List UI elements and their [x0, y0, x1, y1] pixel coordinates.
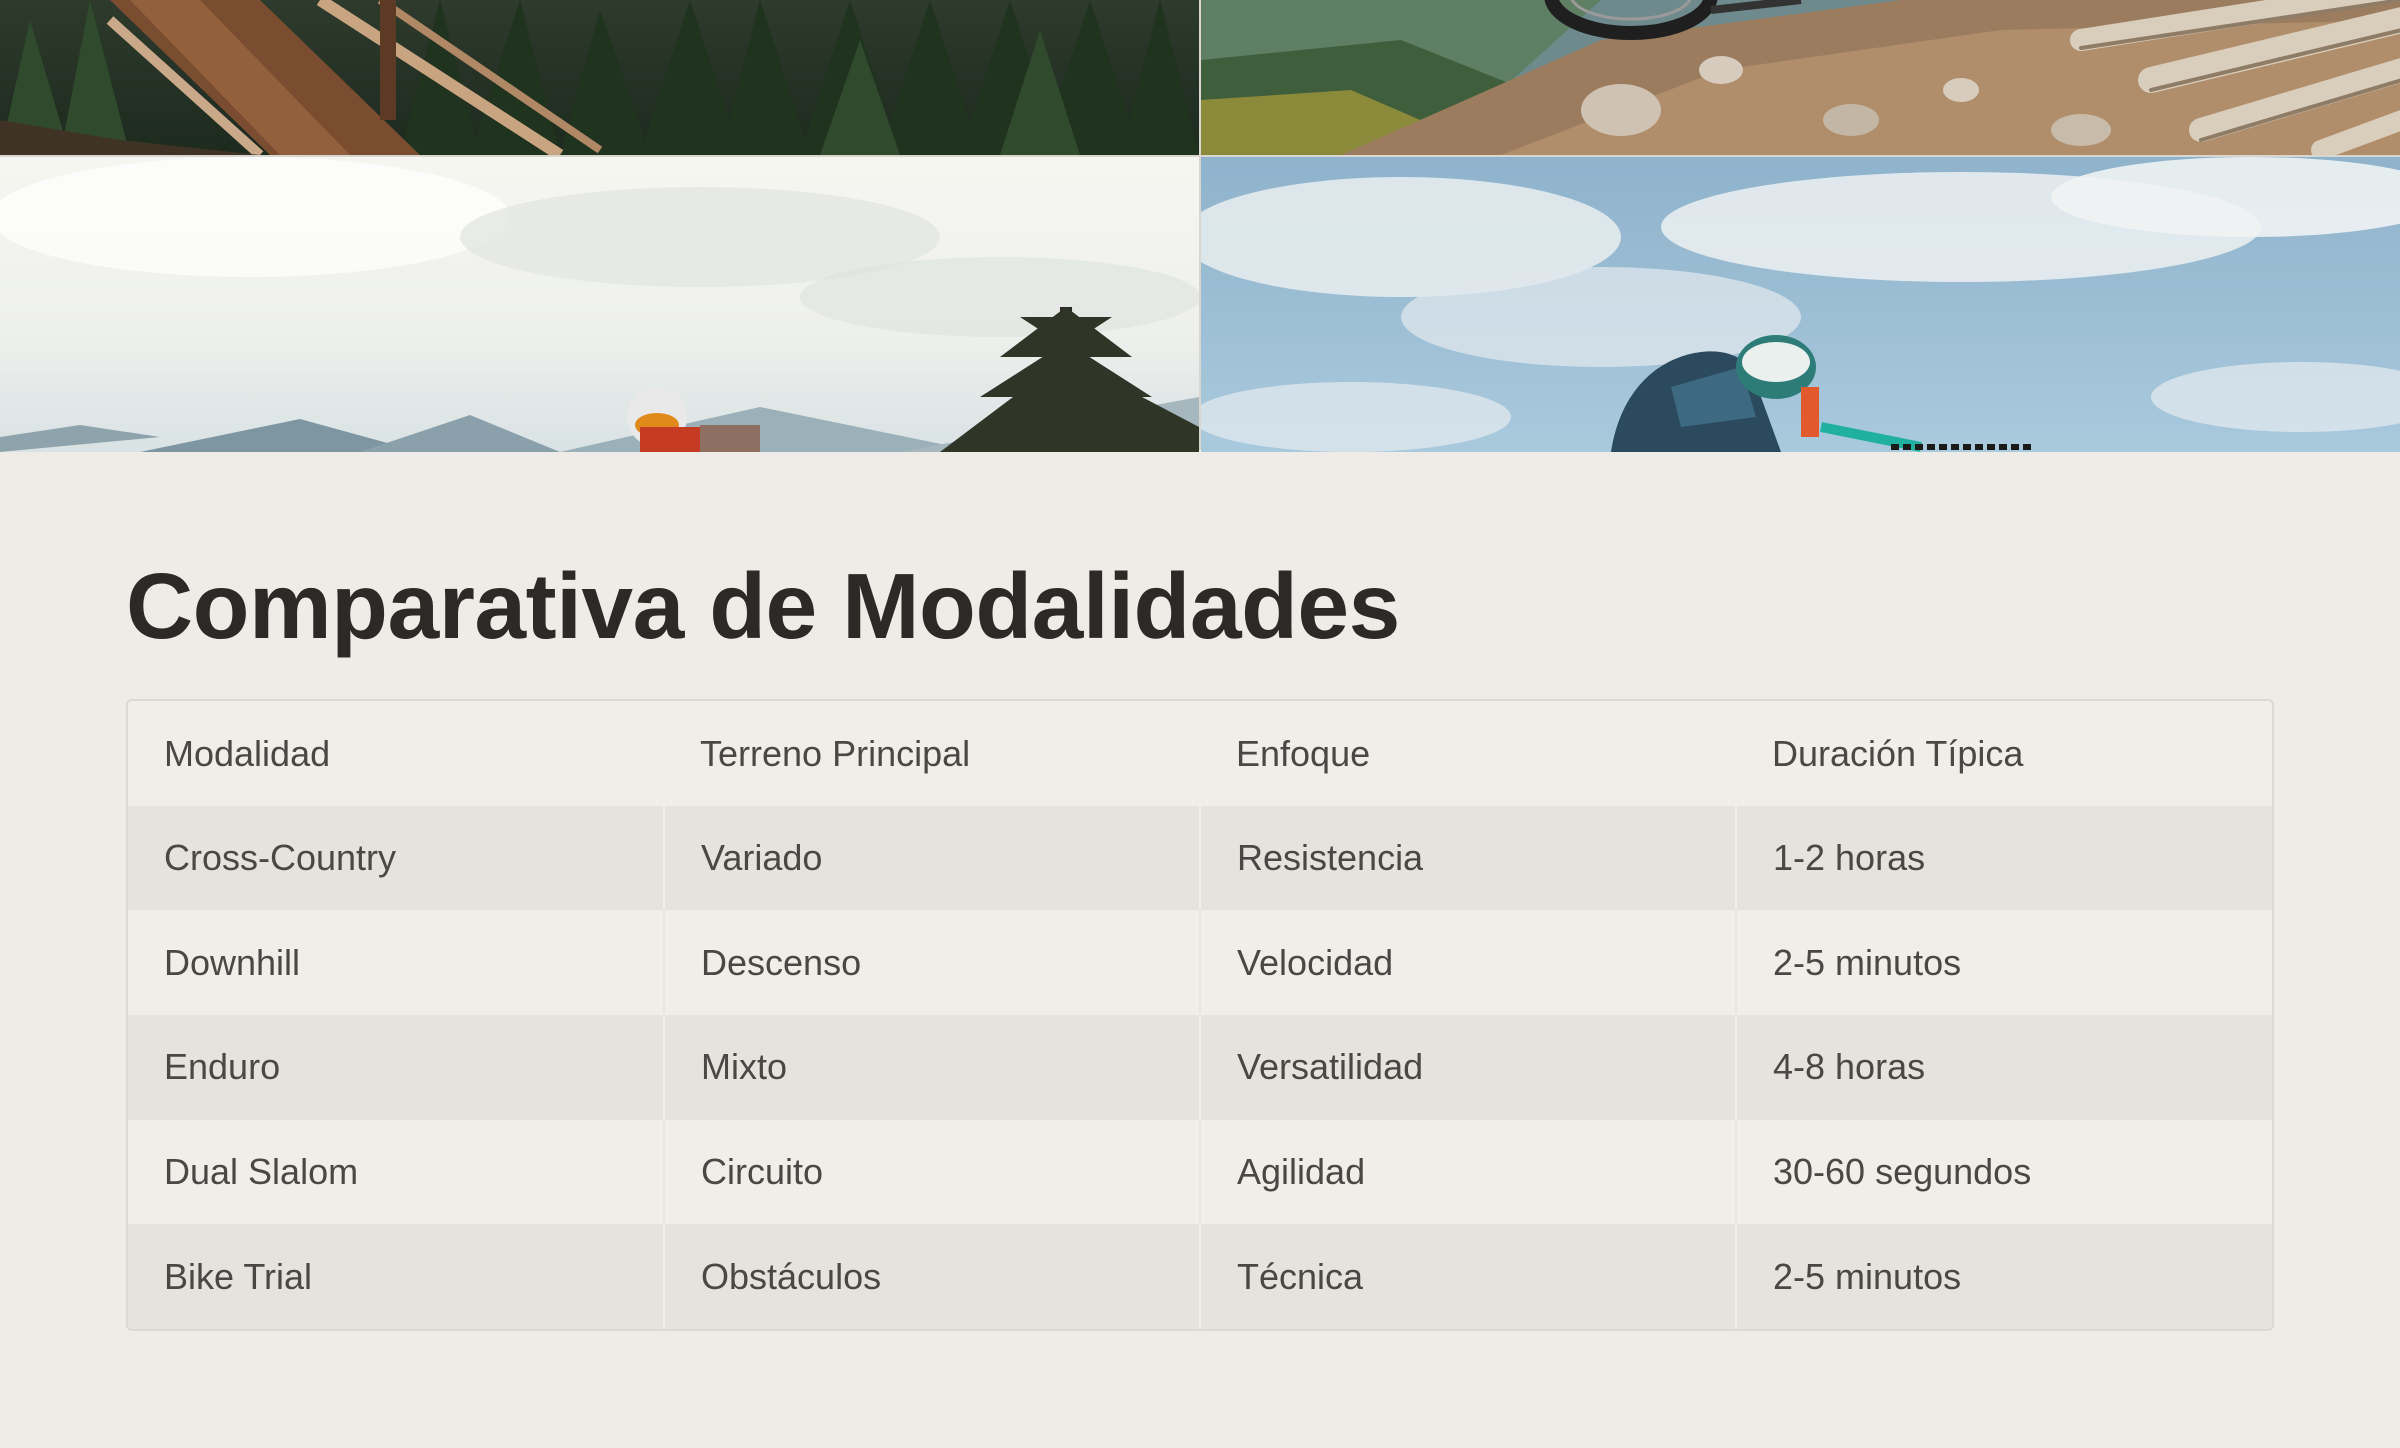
column-header: Enfoque — [1236, 732, 1371, 774]
comparison-table: Modalidad Terreno Principal Enfoque Dura… — [126, 699, 2274, 1331]
table-cell: 30-60 segundos — [1735, 1119, 2272, 1225]
table-cell: 1-2 horas — [1735, 805, 2272, 911]
table-cell: Dual Slalom — [164, 1150, 359, 1192]
table-cell: Cross-Country — [164, 837, 397, 879]
column-header: Modalidad — [164, 732, 331, 774]
rider-mountains-photo — [0, 157, 1199, 452]
table-row: Enduro Mixto Versatilidad 4-8 horas — [128, 1015, 2272, 1120]
table-row: Bike Trial Obstáculos Técnica 2-5 minuto… — [128, 1224, 2272, 1329]
column-header: Terreno Principal — [700, 732, 971, 774]
table-cell: Resistencia — [1199, 805, 1736, 911]
table-cell: Velocidad — [1199, 910, 1736, 1016]
table-row: Dual Slalom Circuito Agilidad 30-60 segu… — [128, 1119, 2272, 1225]
table-cell: Bike Trial — [164, 1255, 313, 1297]
rocky-trail-bike-photo — [1201, 0, 2400, 155]
photo-grid — [0, 0, 2400, 452]
table-cell: Técnica — [1199, 1224, 1736, 1329]
table-cell: 2-5 minutos — [1735, 910, 2272, 1016]
table-row: Downhill Descenso Velocidad 2-5 minutos — [128, 910, 2272, 1016]
table-header-row: Modalidad Terreno Principal Enfoque Dura… — [128, 701, 2272, 806]
column-header: Duración Típica — [1772, 732, 2024, 774]
table-cell: Circuito — [663, 1119, 1200, 1225]
rider-sky-photo — [1201, 157, 2400, 452]
main-content: Comparativa de Modalidades Modalidad Ter… — [126, 450, 2274, 1331]
table-cell: Mixto — [663, 1015, 1200, 1120]
table-cell: Downhill — [164, 941, 301, 983]
table-cell: Enduro — [164, 1046, 281, 1088]
table-cell: Descenso — [663, 910, 1200, 1016]
table-cell: 2-5 minutos — [1735, 1224, 2272, 1329]
table-row: Cross-Country Variado Resistencia 1-2 ho… — [128, 805, 2272, 911]
table-cell: Obstáculos — [663, 1224, 1200, 1329]
wooden-ramp-forest-photo — [0, 0, 1199, 155]
page-title: Comparativa de Modalidades — [126, 554, 1400, 658]
table-cell: Variado — [663, 805, 1200, 911]
table-cell: Versatilidad — [1199, 1015, 1736, 1120]
table-cell: Agilidad — [1199, 1119, 1736, 1225]
table-cell: 4-8 horas — [1735, 1015, 2272, 1120]
